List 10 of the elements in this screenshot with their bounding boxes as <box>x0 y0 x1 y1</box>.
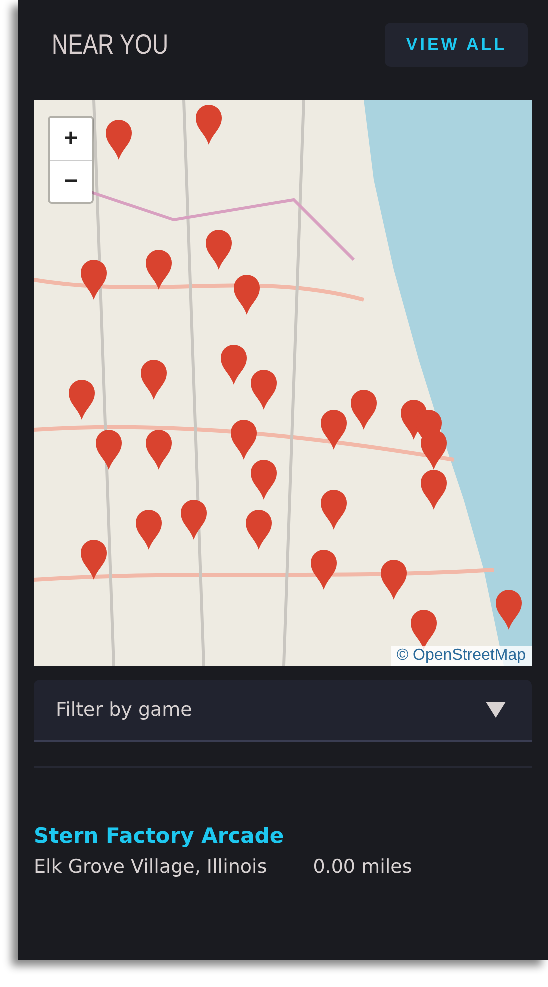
filter-dropdown[interactable]: Filter by game <box>34 680 532 742</box>
zoom-out-button[interactable]: − <box>50 160 92 202</box>
section-title: NEAR YOU <box>52 29 169 61</box>
view-all-button[interactable]: VIEW ALL <box>385 23 528 67</box>
map-attribution[interactable]: © OpenStreetMap <box>390 646 532 666</box>
location-name[interactable]: Stern Factory Arcade <box>34 824 284 848</box>
location-address: Elk Grove Village, Illinois <box>34 856 268 878</box>
caret-icon <box>486 702 506 718</box>
zoom-in-button[interactable]: + <box>50 118 92 160</box>
location-distance: 0.00 miles <box>313 856 412 878</box>
